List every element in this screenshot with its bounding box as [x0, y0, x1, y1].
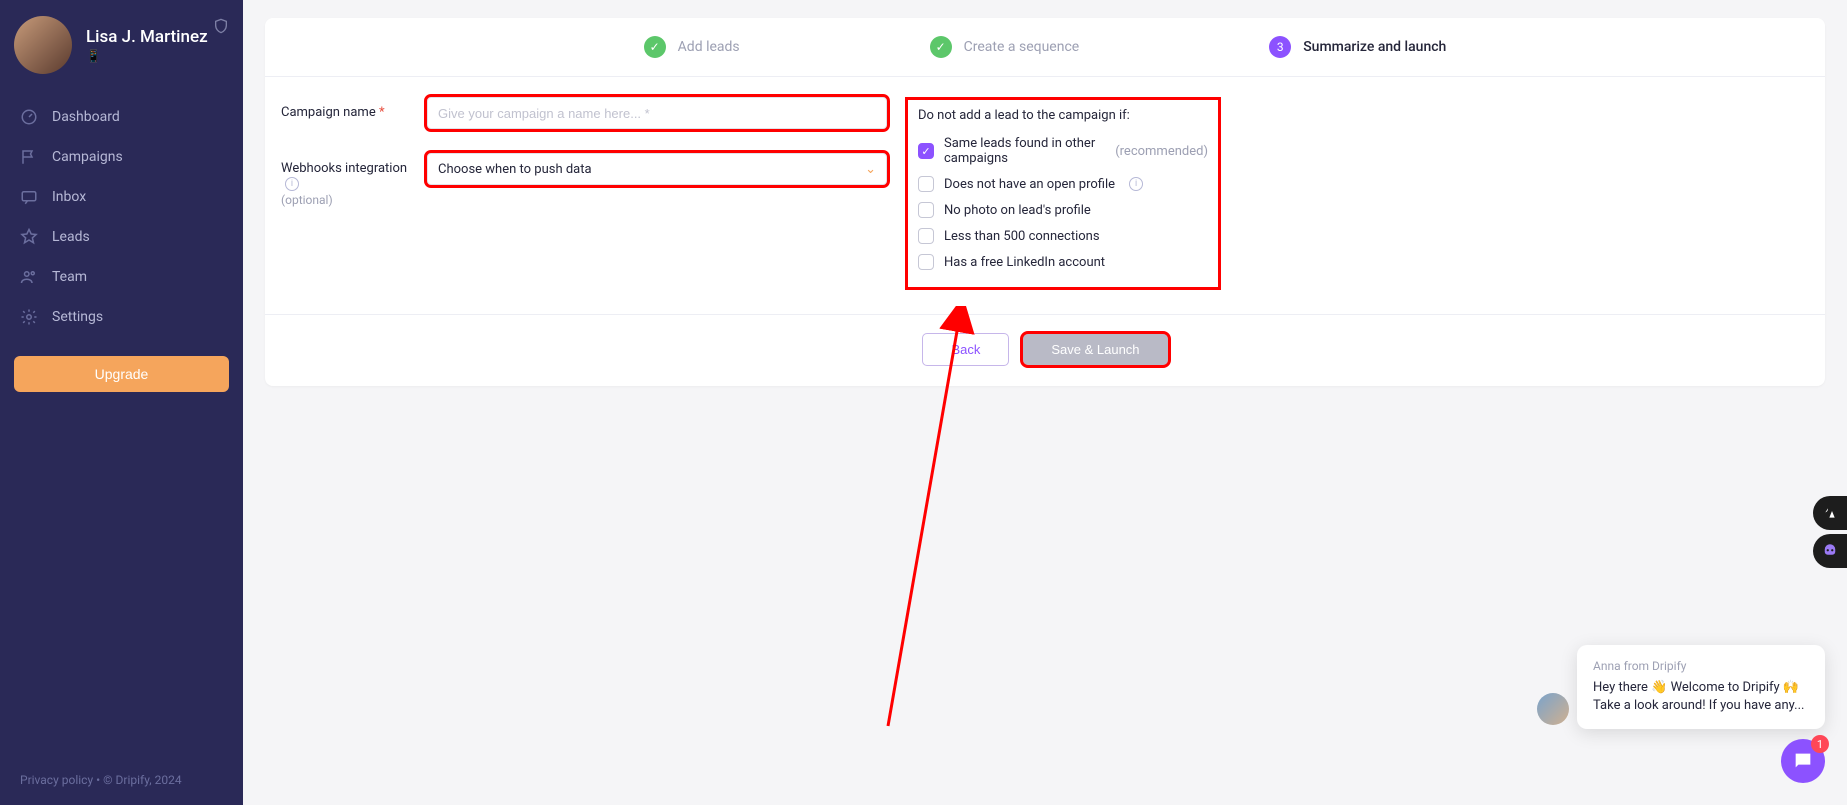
filter-row[interactable]: No photo on lead's profile [918, 197, 1208, 223]
checkbox[interactable] [918, 143, 934, 159]
sidebar-item-label: Team [52, 269, 87, 285]
sidebar-item-inbox[interactable]: Inbox [0, 178, 243, 216]
shield-icon [213, 18, 229, 38]
flag-icon [20, 148, 38, 166]
sidebar-item-leads[interactable]: Leads [0, 218, 243, 256]
checkbox[interactable] [918, 228, 934, 244]
sidebar-item-label: Leads [52, 229, 90, 245]
sidebar-item-settings[interactable]: Settings [0, 298, 243, 336]
filter-row[interactable]: Same leads found in other campaigns (rec… [918, 131, 1208, 171]
checkbox[interactable] [918, 254, 934, 270]
sidebar-item-campaigns[interactable]: Campaigns [0, 138, 243, 176]
translate-button[interactable] [1813, 496, 1847, 530]
chevron-down-icon: ⌄ [865, 162, 876, 177]
lead-filters-title: Do not add a lead to the campaign if: [918, 108, 1208, 123]
avatar [14, 16, 72, 74]
sidebar-item-team[interactable]: Team [0, 258, 243, 296]
message-icon [20, 188, 38, 206]
assistant-button[interactable] [1813, 534, 1847, 568]
sidebar-nav: Dashboard Campaigns Inbox Leads Team Set… [0, 90, 243, 344]
checkbox[interactable] [918, 202, 934, 218]
sidebar-item-label: Settings [52, 309, 103, 325]
campaign-name-label: Campaign name * [281, 97, 427, 120]
filter-label: Does not have an open profile [944, 177, 1115, 192]
filter-label: Same leads found in other campaigns [944, 136, 1105, 166]
filter-label: No photo on lead's profile [944, 203, 1091, 218]
campaign-name-input[interactable] [427, 97, 887, 129]
filter-row[interactable]: Less than 500 connections [918, 223, 1208, 249]
chat-avatar [1537, 693, 1569, 725]
chat-message: Hey there 👋 Welcome to Dripify 🙌 Take a … [1593, 679, 1809, 715]
sidebar-item-label: Inbox [52, 189, 86, 205]
step-number: 3 [1269, 36, 1291, 58]
chat-preview[interactable]: Anna from Dripify Hey there 👋 Welcome to… [1577, 645, 1825, 729]
filter-row[interactable]: Does not have an open profile i [918, 171, 1208, 197]
filter-label: Has a free LinkedIn account [944, 255, 1105, 270]
filter-label: Less than 500 connections [944, 229, 1100, 244]
back-button[interactable]: Back [922, 333, 1009, 366]
info-icon[interactable]: i [1129, 177, 1143, 191]
sidebar-item-label: Dashboard [52, 109, 120, 125]
sidebar-footer: Privacy policy • © Dripify, 2024 [0, 759, 243, 805]
checkbox[interactable] [918, 176, 934, 192]
webhooks-select[interactable]: Choose when to push data ⌄ [427, 153, 887, 185]
profile-subtitle: 📱 [86, 49, 208, 63]
sidebar: Lisa J. Martinez 📱 Dashboard Campaigns I… [0, 0, 243, 805]
gauge-icon [20, 108, 38, 126]
save-launch-button[interactable]: Save & Launch [1023, 334, 1167, 365]
copyright: © Dripify, 2024 [103, 773, 181, 787]
privacy-link[interactable]: Privacy policy [20, 773, 93, 787]
chat-launcher[interactable]: 1 [1781, 739, 1825, 783]
webhooks-label: Webhooks integration i (optional) [281, 153, 427, 207]
gear-icon [20, 308, 38, 326]
sidebar-item-dashboard[interactable]: Dashboard [0, 98, 243, 136]
check-icon: ✓ [930, 36, 952, 58]
chat-badge: 1 [1811, 735, 1829, 753]
profile-block[interactable]: Lisa J. Martinez 📱 [0, 0, 243, 90]
check-icon: ✓ [644, 36, 666, 58]
chat-from: Anna from Dripify [1593, 659, 1809, 673]
upgrade-button[interactable]: Upgrade [14, 356, 229, 392]
sidebar-item-label: Campaigns [52, 149, 123, 165]
profile-name: Lisa J. Martinez [86, 27, 208, 47]
lead-filters-block: Do not add a lead to the campaign if: Sa… [905, 97, 1221, 290]
filter-row[interactable]: Has a free LinkedIn account [918, 249, 1208, 275]
step-create-sequence[interactable]: ✓ Create a sequence [930, 36, 1080, 58]
info-icon[interactable]: i [285, 177, 299, 191]
star-icon [20, 228, 38, 246]
recommended-tag: (recommended) [1115, 144, 1208, 159]
step-summarize-launch[interactable]: 3 Summarize and launch [1269, 36, 1446, 58]
step-add-leads[interactable]: ✓ Add leads [644, 36, 740, 58]
stepper: ✓ Add leads ✓ Create a sequence 3 Summar… [265, 18, 1825, 77]
users-icon [20, 268, 38, 286]
action-bar: Back Save & Launch [265, 314, 1825, 386]
